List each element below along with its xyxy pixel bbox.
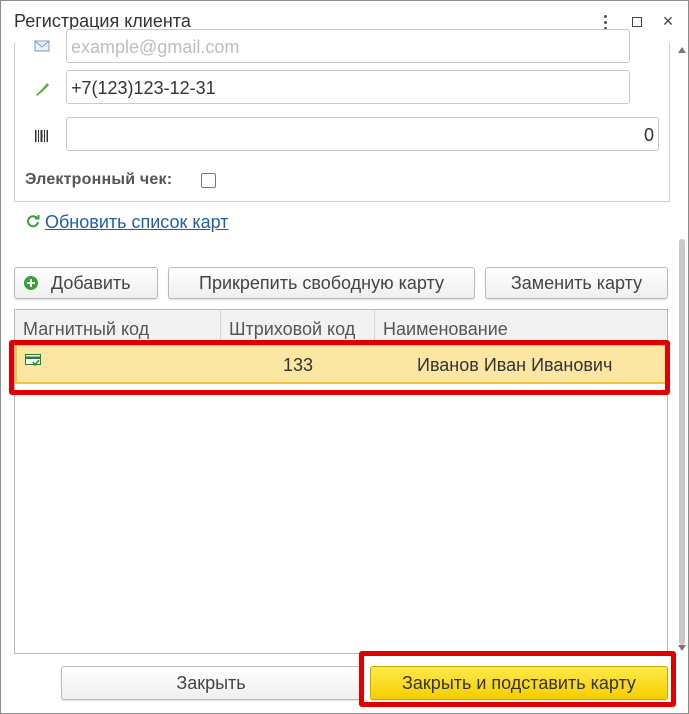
add-card-button[interactable]: Добавить: [14, 267, 158, 299]
barcode-icon: [35, 130, 48, 142]
attach-free-card-button[interactable]: Прикрепить свободную карту: [168, 267, 475, 299]
phone-icon: [36, 83, 49, 96]
refresh-icon[interactable]: [26, 214, 40, 228]
scrollbar-thumb[interactable]: [679, 239, 685, 645]
phone-field[interactable]: +7(123)123-12-31: [66, 70, 630, 104]
barcode-field[interactable]: 0: [66, 117, 659, 151]
electronic-receipt-checkbox[interactable]: [201, 173, 216, 188]
add-plus-icon: [24, 276, 38, 290]
add-card-button-label: Добавить: [51, 273, 131, 293]
column-header-magnetic-code[interactable]: Магнитный код: [15, 310, 221, 342]
insert-button-highlight: [359, 651, 676, 707]
column-header-barcode[interactable]: Штриховой код: [221, 310, 375, 342]
close-icon[interactable]: ×: [656, 9, 680, 33]
email-icon: [34, 40, 50, 52]
replace-card-button[interactable]: Заменить карту: [485, 267, 668, 299]
column-header-name[interactable]: Наименование: [375, 310, 667, 342]
scroll-down-arrow-icon[interactable]: [678, 645, 686, 651]
close-button[interactable]: Закрыть: [61, 666, 361, 700]
email-field[interactable]: example@gmail.com: [66, 29, 630, 63]
table-header: Магнитный код Штриховой код Наименование: [15, 310, 667, 343]
selected-row-highlight: [9, 340, 670, 395]
refresh-cards-link[interactable]: Обновить список карт: [45, 212, 229, 233]
scroll-up-arrow-icon[interactable]: [678, 47, 686, 53]
dialog-window: Регистрация клиента × example@gmail.com …: [0, 0, 689, 714]
electronic-receipt-label: Электронный чек:: [25, 171, 173, 188]
